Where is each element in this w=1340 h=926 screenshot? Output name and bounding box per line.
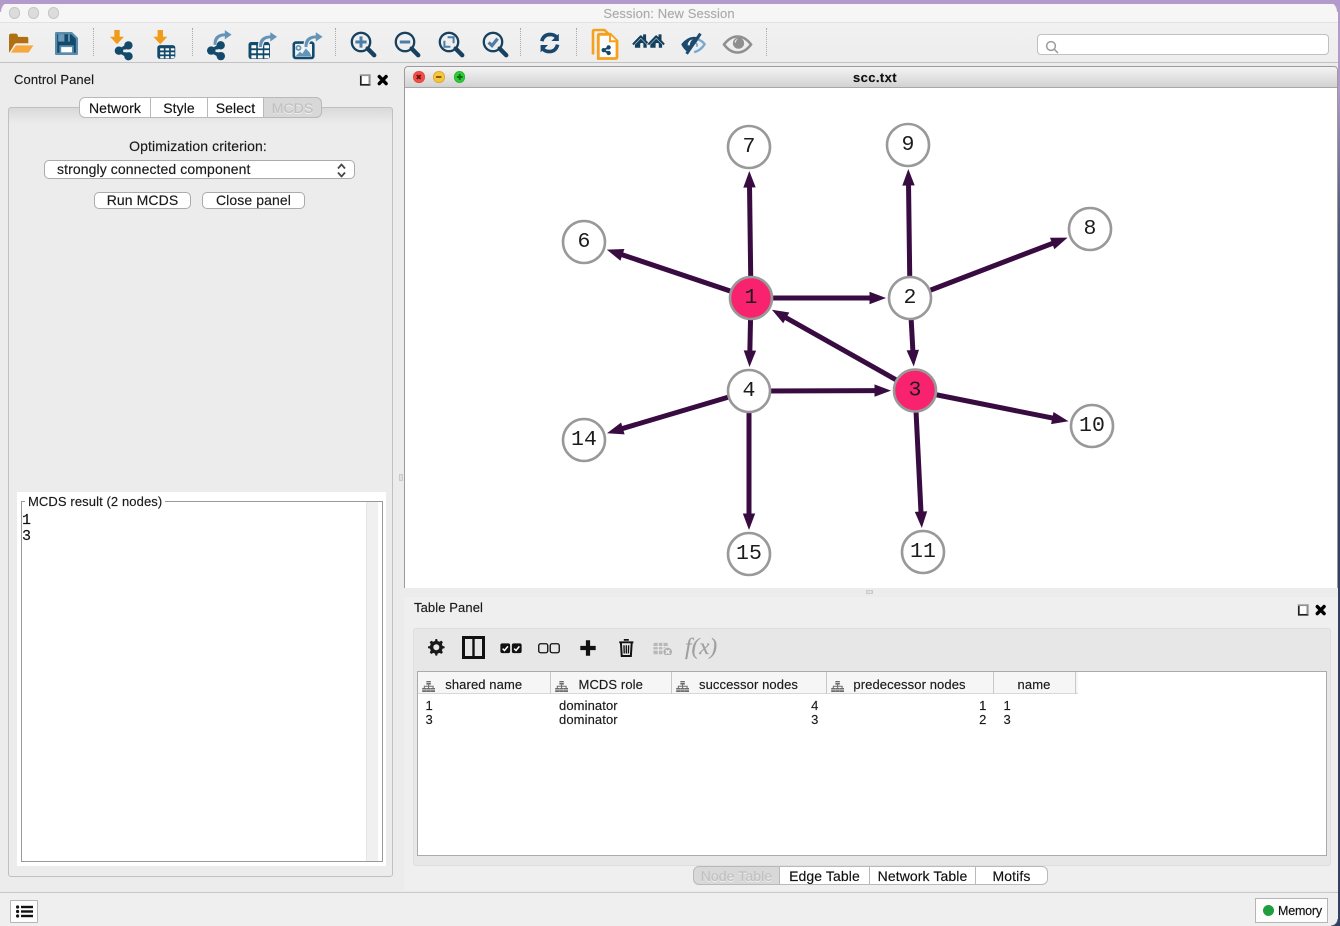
svg-text:14: 14 [571, 428, 597, 452]
svg-text:15: 15 [736, 542, 762, 566]
svg-text:1: 1 [744, 286, 757, 310]
svg-text:2: 2 [903, 286, 916, 310]
svg-text:10: 10 [1079, 414, 1105, 438]
svg-text:11: 11 [910, 540, 936, 564]
svg-text:4: 4 [742, 379, 755, 403]
svg-text:7: 7 [742, 135, 755, 159]
svg-text:9: 9 [901, 133, 914, 157]
svg-text:6: 6 [577, 230, 590, 254]
svg-text:3: 3 [908, 379, 921, 403]
svg-text:8: 8 [1083, 217, 1096, 241]
